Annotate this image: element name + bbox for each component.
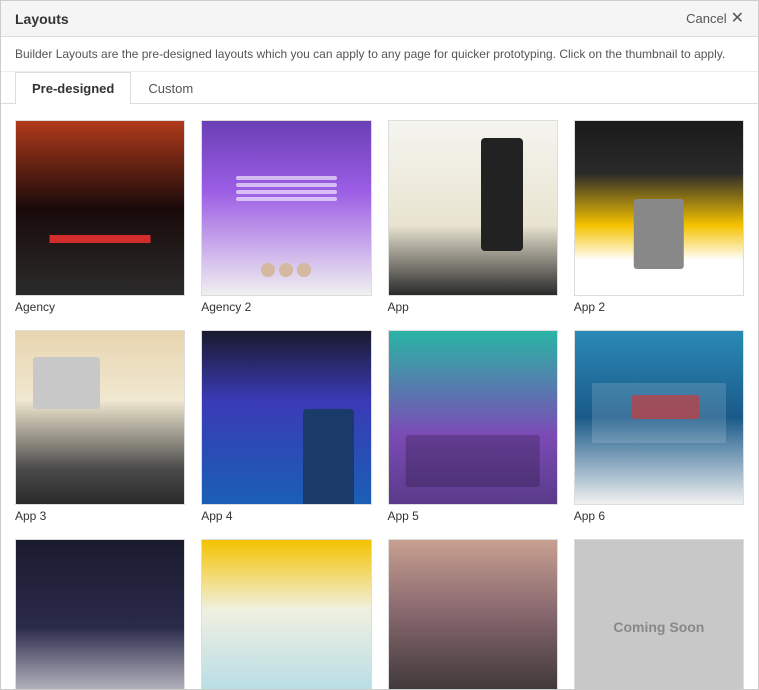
description-text: Builder Layouts are the pre-designed lay… <box>1 37 758 72</box>
layout-item-app4[interactable]: App 4 <box>201 330 371 524</box>
layout-item-agency2[interactable]: Agency 2 <box>201 120 371 314</box>
tab-pre-designed[interactable]: Pre-designed <box>15 72 131 104</box>
title-bar: Layouts Cancel ✕ <box>1 1 758 37</box>
layouts-window: Layouts Cancel ✕ Builder Layouts are the… <box>0 0 759 690</box>
tab-custom[interactable]: Custom <box>131 72 210 104</box>
layout-thumb-agency2[interactable] <box>201 120 371 296</box>
layout-thumb-row3b[interactable] <box>201 539 371 689</box>
layout-thumb-coming[interactable]: Coming Soon <box>574 539 744 689</box>
cancel-label: Cancel <box>686 11 726 26</box>
layout-thumb-row3c[interactable] <box>388 539 558 689</box>
layout-item-row3a[interactable]: Android App Fit <box>15 539 185 689</box>
layout-thumb-app4[interactable] <box>201 330 371 506</box>
layout-thumb-app[interactable] <box>388 120 558 296</box>
layout-label-app5: App 5 <box>388 509 558 523</box>
layout-label-agency: Agency <box>15 300 185 314</box>
layout-thumb-app3[interactable] <box>15 330 185 506</box>
layout-label-app3: App 3 <box>15 509 185 523</box>
layout-item-agency[interactable]: Agency <box>15 120 185 314</box>
layout-thumb-agency[interactable] <box>15 120 185 296</box>
layouts-grid: Agency Agency 2 App App 2 App 3 App 4 App 5 App… <box>15 120 744 689</box>
layout-thumb-row3a[interactable] <box>15 539 185 689</box>
layout-label-app4: App 4 <box>201 509 371 523</box>
layout-thumb-app2[interactable] <box>574 120 744 296</box>
layout-label-agency2: Agency 2 <box>201 300 371 314</box>
layout-thumb-app6[interactable] <box>574 330 744 506</box>
layout-item-coming[interactable]: Coming Soon <box>574 539 744 689</box>
layout-thumb-app5[interactable] <box>388 330 558 506</box>
tab-bar: Pre-designed Custom <box>1 72 758 104</box>
layouts-content[interactable]: Agency Agency 2 App App 2 App 3 App 4 App 5 App… <box>1 104 758 689</box>
layout-item-row3b[interactable]: Travel Map <box>201 539 371 689</box>
layout-label-app6: App 6 <box>574 509 744 523</box>
layout-label-app2: App 2 <box>574 300 744 314</box>
layout-item-app5[interactable]: App 5 <box>388 330 558 524</box>
layout-item-app[interactable]: App <box>388 120 558 314</box>
close-icon[interactable]: ✕ <box>731 11 744 27</box>
layout-item-row3c[interactable]: Blog Page <box>388 539 558 689</box>
layout-label-app: App <box>388 300 558 314</box>
layout-item-app2[interactable]: App 2 <box>574 120 744 314</box>
layout-item-app6[interactable]: App 6 <box>574 330 744 524</box>
layout-item-app3[interactable]: App 3 <box>15 330 185 524</box>
coming-soon-label: Coming Soon <box>613 619 704 635</box>
cancel-button[interactable]: Cancel ✕ <box>686 11 744 27</box>
window-title: Layouts <box>15 11 69 27</box>
